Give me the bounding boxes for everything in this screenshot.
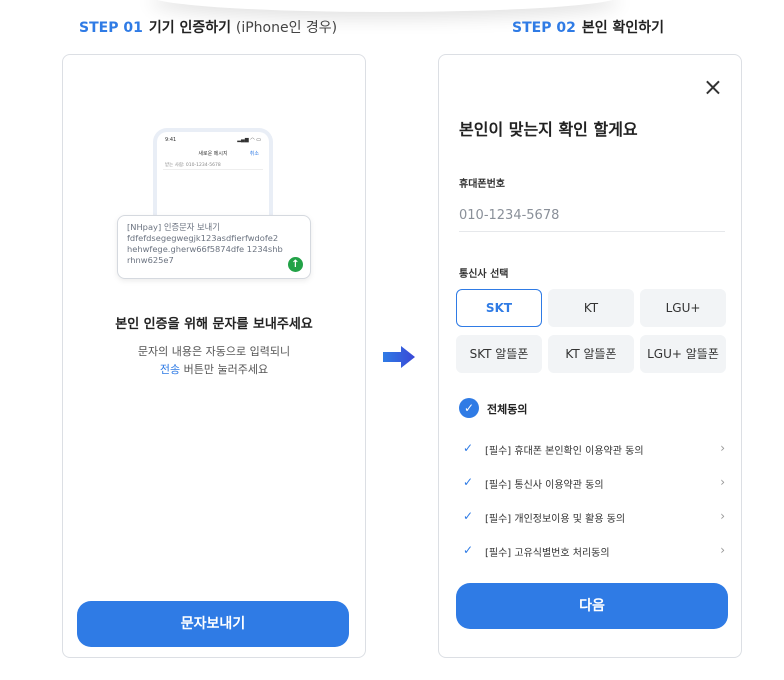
device-auth-heading: 본인 인증을 위해 문자를 보내주세요 — [115, 317, 313, 332]
carrier-kt-mvno-button[interactable]: KT 알뜰폰 — [548, 335, 634, 373]
agreement-label: [필수] 개인정보이용 및 활용 동의 — [485, 514, 626, 525]
arrow-right-icon — [383, 346, 415, 368]
sms-line-3: hehwfege.gherw66f5874dfe 1234shb — [127, 244, 283, 254]
agreement-label: [필수] 휴대폰 본인확인 이용약관 동의 — [485, 446, 644, 457]
device-auth-desc-1: 문자의 내용은 자동으로 입력되니 — [137, 345, 291, 358]
send-arrow-icon: ↑ — [288, 257, 303, 272]
check-icon: ✓ — [463, 543, 474, 557]
carrier-lgu-mvno-button[interactable]: LGU+ 알뜰폰 — [640, 335, 726, 373]
chevron-right-icon[interactable]: › — [720, 475, 725, 489]
agreement-label: [필수] 통신사 이용약관 동의 — [485, 480, 604, 491]
step2-header: STEP 02 본인 확인하기 — [512, 17, 664, 37]
phone-to-line: 받는 사람: 010-1234-5678 — [165, 163, 221, 168]
step2-number: STEP 02 — [512, 20, 576, 36]
check-circle-icon: ✓ — [459, 398, 479, 418]
phone-number-label: 휴대폰번호 — [459, 179, 505, 190]
check-icon: ✓ — [463, 441, 474, 455]
phone-status-icons: ▂▄▆ ◠ ▭ — [237, 137, 261, 143]
carrier-skt-mvno-button[interactable]: SKT 알뜰폰 — [456, 335, 542, 373]
device-auth-desc-2: 전송 버튼만 눌러주세요 — [63, 361, 365, 377]
sms-line-1: [NHpay] 인증문자 보내기 — [127, 222, 220, 232]
chevron-right-icon[interactable]: › — [720, 509, 725, 523]
agreement-item[interactable]: ✓ [필수] 개인정보이용 및 활용 동의 › — [463, 509, 725, 527]
identity-heading: 본인이 맞는지 확인 할게요 — [459, 120, 638, 139]
device-auth-panel: 9:41 ▂▄▆ ◠ ▭ 새로운 메시지 취소 받는 사람: 010-1234-… — [62, 54, 366, 658]
carrier-lgu-button[interactable]: LGU+ — [640, 289, 726, 327]
next-button[interactable]: 다음 — [456, 583, 728, 629]
step1-subtitle: (iPhone인 경우) — [235, 20, 338, 36]
identity-verify-panel: × 본인이 맞는지 확인 할게요 휴대폰번호 통신사 선택 SKT KT LGU… — [438, 54, 742, 658]
sms-line-2: fdfefdsegegwegjk123asdfierfwdofe2 — [127, 233, 279, 243]
sms-message-bubble: [NHpay] 인증문자 보내기 fdfefdsegegwegjk123asdf… — [117, 215, 311, 279]
agreement-item[interactable]: ✓ [필수] 통신사 이용약관 동의 › — [463, 475, 725, 493]
check-icon: ✓ — [463, 475, 474, 489]
send-sms-button[interactable]: 문자보내기 — [77, 601, 349, 647]
sms-line-4: rhnw625e7 — [127, 255, 174, 265]
step1-header: STEP 01 기기 인증하기 (iPhone인 경우) — [79, 17, 337, 37]
top-shadow — [150, 0, 620, 12]
carrier-label: 통신사 선택 — [459, 269, 509, 280]
phone-status-time: 9:41 — [165, 137, 177, 143]
phone-separator — [163, 169, 263, 170]
chevron-right-icon[interactable]: › — [720, 543, 725, 557]
carrier-kt-button[interactable]: KT — [548, 289, 634, 327]
step1-title: 기기 인증하기 — [148, 20, 231, 36]
check-icon: ✓ — [463, 509, 474, 523]
agreement-item[interactable]: ✓ [필수] 휴대폰 본인확인 이용약관 동의 › — [463, 441, 725, 459]
agreement-item[interactable]: ✓ [필수] 고유식별번호 처리동의 › — [463, 543, 725, 561]
phone-number-input[interactable] — [459, 200, 725, 232]
carrier-skt-button[interactable]: SKT — [456, 289, 542, 327]
agreement-label: [필수] 고유식별번호 처리동의 — [485, 548, 610, 559]
step1-number: STEP 01 — [79, 20, 143, 36]
phone-cancel: 취소 — [249, 151, 259, 157]
desc-highlight-send: 전송 — [159, 363, 181, 376]
agree-all-label: 전체동의 — [487, 403, 528, 416]
chevron-right-icon[interactable]: › — [720, 441, 725, 455]
close-icon[interactable]: × — [703, 75, 723, 99]
desc-rest: 버튼만 눌러주세요 — [180, 363, 269, 376]
step2-title: 본인 확인하기 — [581, 20, 664, 36]
